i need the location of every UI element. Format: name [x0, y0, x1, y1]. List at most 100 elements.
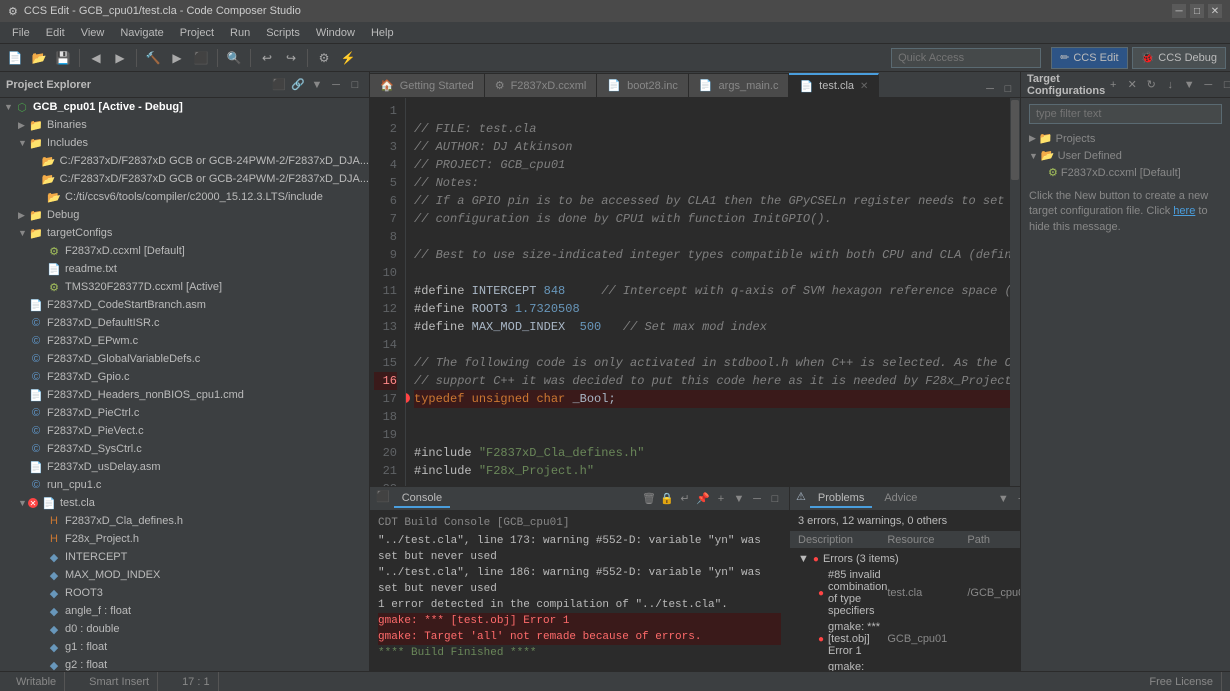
- title-bar-controls[interactable]: ─ □ ✕: [1172, 4, 1222, 18]
- tree-f28proj[interactable]: H F28x_Project.h: [0, 530, 369, 548]
- console-max-btn[interactable]: □: [767, 491, 783, 507]
- link-editor-btn[interactable]: 🔗: [290, 77, 306, 93]
- tree-root-project[interactable]: ▼ ⬡ GCB_cpu01 [Active - Debug]: [0, 98, 369, 116]
- menu-project[interactable]: Project: [172, 25, 222, 41]
- tab-boot28[interactable]: 📄 boot28.inc: [597, 73, 688, 97]
- tree-g1[interactable]: ◆ g1 : float: [0, 638, 369, 656]
- tree-targetconfigs[interactable]: ▼ 📁 targetConfigs: [0, 224, 369, 242]
- right-tree-f2837xd-ccxml[interactable]: ⚙ F2837xD.ccxml [Default]: [1029, 164, 1222, 181]
- close-button[interactable]: ✕: [1208, 4, 1222, 18]
- code-editor[interactable]: // FILE: test.cla // AUTHOR: DJ Atkinson…: [406, 98, 1020, 486]
- menu-navigate[interactable]: Navigate: [112, 25, 171, 41]
- toolbar-build-btn[interactable]: 🔨: [142, 47, 164, 69]
- tree-maxmod[interactable]: ◆ MAX_MOD_INDEX: [0, 566, 369, 584]
- toolbar-fwd-btn[interactable]: ▶: [109, 47, 131, 69]
- tree-globalvars[interactable]: © F2837xD_GlobalVariableDefs.c: [0, 350, 369, 368]
- toolbar-back-btn[interactable]: ◀: [85, 47, 107, 69]
- editor-maximize-btn[interactable]: □: [1000, 81, 1016, 97]
- tree-inc3[interactable]: 📂 C:/ti/ccsv6/tools/compiler/c2000_15.12…: [0, 188, 369, 206]
- toolbar-open-btn[interactable]: 📂: [28, 47, 50, 69]
- tree-defaultisr[interactable]: © F2837xD_DefaultISR.c: [0, 314, 369, 332]
- toolbar-misc1-btn[interactable]: ⚙: [313, 47, 335, 69]
- tree-headers[interactable]: 📄 F2837xD_Headers_nonBIOS_cpu1.cmd: [0, 386, 369, 404]
- console-pin-btn[interactable]: 📌: [695, 491, 711, 507]
- right-notice-link[interactable]: here: [1173, 205, 1195, 217]
- console-tab[interactable]: Console: [394, 490, 450, 508]
- maximize-button[interactable]: □: [1190, 4, 1204, 18]
- tab-test-cla[interactable]: 📄 test.cla ✕: [789, 73, 879, 97]
- filter-input[interactable]: [1029, 104, 1222, 124]
- editor-minimize-btn[interactable]: ─: [982, 81, 998, 97]
- toolbar-save-btn[interactable]: 💾: [52, 47, 74, 69]
- prob-item-2[interactable]: ● gmake: *** [test.obj] Error 1 GCB_cpu0…: [790, 619, 1020, 659]
- panel-max-btn[interactable]: □: [347, 77, 363, 93]
- toolbar-stop-btn[interactable]: ⬛: [190, 47, 212, 69]
- menu-window[interactable]: Window: [308, 25, 363, 41]
- console-min-btn[interactable]: ─: [749, 491, 765, 507]
- ccs-debug-button[interactable]: 🐞 CCS Debug: [1132, 47, 1226, 69]
- console-new-btn[interactable]: +: [713, 491, 729, 507]
- tree-testcla[interactable]: ▼ ✕ 📄 test.cla: [0, 494, 369, 512]
- tree-d0[interactable]: ◆ d0 : double: [0, 620, 369, 638]
- tab-args-main[interactable]: 📄 args_main.c: [689, 73, 790, 97]
- menu-view[interactable]: View: [73, 25, 113, 41]
- toolbar-debug-btn[interactable]: ▶: [166, 47, 188, 69]
- editor-area[interactable]: 12345 678910 1112131415 16 17181920 2122…: [370, 98, 1020, 486]
- tab-getting-started[interactable]: 🏠 Getting Started: [370, 73, 485, 97]
- menu-file[interactable]: File: [4, 25, 38, 41]
- right-import-btn[interactable]: ↓: [1162, 77, 1178, 93]
- advice-tab[interactable]: Advice: [876, 490, 925, 508]
- tree-piectrl[interactable]: © F2837xD_PieCtrl.c: [0, 404, 369, 422]
- menu-edit[interactable]: Edit: [38, 25, 73, 41]
- right-delete-btn[interactable]: ✕: [1124, 77, 1140, 93]
- prob-item-1[interactable]: ● #85 invalid combination of type specif…: [790, 567, 1020, 619]
- editor-scrollbar[interactable]: [1010, 98, 1020, 486]
- tree-anglef[interactable]: ◆ angle_f : float: [0, 602, 369, 620]
- right-new-btn[interactable]: +: [1105, 77, 1121, 93]
- tree-tms320[interactable]: ⚙ TMS320F28377D.ccxml [Active]: [0, 278, 369, 296]
- menu-scripts[interactable]: Scripts: [258, 25, 308, 41]
- console-scroll-lock-btn[interactable]: 🔒: [659, 491, 675, 507]
- right-refresh-btn[interactable]: ↻: [1143, 77, 1159, 93]
- menu-run[interactable]: Run: [222, 25, 258, 41]
- console-word-wrap-btn[interactable]: ↵: [677, 491, 693, 507]
- toolbar-redo-btn[interactable]: ↪: [280, 47, 302, 69]
- tree-root3[interactable]: ◆ ROOT3: [0, 584, 369, 602]
- quick-access-input[interactable]: [891, 48, 1041, 68]
- right-max-btn[interactable]: □: [1219, 77, 1230, 93]
- console-menu-btn[interactable]: ▼: [731, 491, 747, 507]
- tree-gpio[interactable]: © F2837xD_Gpio.c: [0, 368, 369, 386]
- menu-help[interactable]: Help: [363, 25, 402, 41]
- problems-tab[interactable]: Problems: [810, 490, 872, 508]
- tree-binaries[interactable]: ▶ 📁 Binaries: [0, 116, 369, 134]
- prob-item-3[interactable]: ● gmake: Target 'all' not remade because…: [790, 659, 1020, 671]
- tree-intercept[interactable]: ◆ INTERCEPT: [0, 548, 369, 566]
- toolbar-search-btn[interactable]: 🔍: [223, 47, 245, 69]
- tree-sysctrl[interactable]: © F2837xD_SysCtrl.c: [0, 440, 369, 458]
- ccs-edit-button[interactable]: ✏ CCS Edit: [1051, 47, 1127, 69]
- tab-close-btn[interactable]: ✕: [860, 81, 868, 92]
- errors-group-header[interactable]: ▼ ● Errors (3 items): [790, 551, 1020, 567]
- console-clear-btn[interactable]: 🗑: [641, 491, 657, 507]
- tree-pievect[interactable]: © F2837xD_PieVect.c: [0, 422, 369, 440]
- tree-epwm[interactable]: © F2837xD_EPwm.c: [0, 332, 369, 350]
- tree-inc1[interactable]: 📂 C:/F2837xD/F2837xD GCB or GCB-24PWM-2/…: [0, 152, 369, 170]
- tree-cladefc[interactable]: H F2837xD_Cla_defines.h: [0, 512, 369, 530]
- toolbar-new-btn[interactable]: 📄: [4, 47, 26, 69]
- tree-readme[interactable]: 📄 readme.txt: [0, 260, 369, 278]
- tree-usdelay[interactable]: 📄 F2837xD_usDelay.asm: [0, 458, 369, 476]
- right-menu-btn[interactable]: ▼: [1181, 77, 1197, 93]
- tree-debug[interactable]: ▶ 📁 Debug: [0, 206, 369, 224]
- right-tree-projects[interactable]: ▶ 📁 Projects: [1029, 130, 1222, 147]
- tree-codestart[interactable]: 📄 F2837xD_CodeStartBranch.asm: [0, 296, 369, 314]
- collapse-all-btn[interactable]: ⬛: [271, 77, 287, 93]
- panel-min-btn[interactable]: ─: [328, 77, 344, 93]
- right-tree-userdefined[interactable]: ▼ 📂 User Defined: [1029, 147, 1222, 164]
- tree-includes[interactable]: ▼ 📁 Includes: [0, 134, 369, 152]
- tree-runcpu[interactable]: © run_cpu1.c: [0, 476, 369, 494]
- tab-f2837xd-ccxml[interactable]: ⚙ F2837xD.ccxml: [485, 73, 598, 97]
- right-min-btn[interactable]: ─: [1200, 77, 1216, 93]
- problems-menu-btn[interactable]: ▼: [995, 491, 1011, 507]
- minimize-button[interactable]: ─: [1172, 4, 1186, 18]
- toolbar-misc2-btn[interactable]: ⚡: [337, 47, 359, 69]
